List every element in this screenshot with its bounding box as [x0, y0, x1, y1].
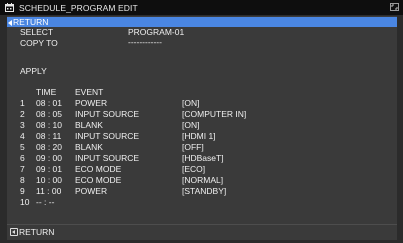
time-column-header: TIME — [36, 87, 57, 97]
row-value: [ON] — [182, 120, 200, 130]
schedule-window: SCHEDULE_PROGRAM EDIT RETURN SELECT PROG… — [0, 0, 403, 243]
schedule-row[interactable]: 3 08 : 10 BLANK [ON] — [7, 120, 397, 131]
row-number: 8 — [20, 175, 25, 185]
return-label: RETURN — [13, 17, 49, 27]
row-value: [ECO] — [182, 164, 206, 174]
row-time: 11 : 00 — [36, 186, 62, 196]
row-event: POWER — [75, 98, 108, 108]
row-event: BLANK — [75, 142, 103, 152]
row-event: ECO MODE — [75, 175, 122, 185]
window-title: SCHEDULE_PROGRAM EDIT — [19, 2, 138, 13]
title-bar: SCHEDULE_PROGRAM EDIT — [0, 0, 403, 15]
row-time: 08 : 11 — [36, 131, 62, 141]
schedule-row[interactable]: 7 09 : 01 ECO MODE [ECO] — [7, 164, 397, 175]
schedule-row[interactable]: 1 08 : 01 POWER [ON] — [7, 98, 397, 109]
row-time: 08 : 20 — [36, 142, 62, 152]
return-button-top[interactable]: RETURN — [7, 17, 397, 27]
maximize-icon — [391, 4, 398, 10]
footer-bar: RETURN — [7, 224, 397, 240]
schedule-row[interactable]: 6 09 : 00 INPUT SOURCE [HDBaseT] — [7, 153, 397, 164]
row-value: [NORMAL] — [182, 175, 224, 185]
row-time: 10 : 00 — [36, 175, 62, 185]
schedule-row[interactable]: 9 11 : 00 POWER [STANDBY] — [7, 186, 397, 197]
copy-to-label[interactable]: COPY TO — [20, 38, 58, 49]
footer-return-button[interactable]: RETURN — [19, 227, 54, 237]
row-time: -- : -- — [36, 197, 55, 207]
row-time: 09 : 00 — [36, 153, 62, 163]
row-number: 4 — [20, 131, 25, 141]
row-number: 10 — [20, 197, 30, 207]
apply-button[interactable]: APPLY — [20, 66, 47, 77]
calendar-icon — [5, 3, 14, 12]
row-number: 7 — [20, 164, 25, 174]
row-event: ECO MODE — [75, 164, 122, 174]
row-value: [HDMI 1] — [182, 131, 216, 141]
row-time: 08 : 10 — [36, 120, 62, 130]
row-value: [OFF] — [182, 142, 204, 152]
row-number: 3 — [20, 120, 25, 130]
schedule-row[interactable]: 8 10 : 00 ECO MODE [NORMAL] — [7, 175, 397, 186]
schedule-row[interactable]: 2 08 : 05 INPUT SOURCE [COMPUTER IN] — [7, 109, 397, 120]
event-column-header: EVENT — [75, 87, 104, 97]
row-number: 5 — [20, 142, 25, 152]
row-number: 1 — [20, 98, 25, 108]
row-time: 08 : 01 — [36, 98, 62, 108]
row-value: [COMPUTER IN] — [182, 109, 247, 119]
back-key-icon — [10, 228, 18, 236]
schedule-row[interactable]: 5 08 : 20 BLANK [OFF] — [7, 142, 397, 153]
row-value: [ON] — [182, 98, 200, 108]
schedule-row[interactable]: 4 08 : 11 INPUT SOURCE [HDMI 1] — [7, 131, 397, 142]
row-event: POWER — [75, 186, 108, 196]
row-event: INPUT SOURCE — [75, 109, 140, 119]
copy-to-value[interactable]: ------------ — [128, 37, 162, 48]
maximize-button[interactable] — [390, 3, 399, 11]
row-number: 2 — [20, 109, 25, 119]
row-number: 9 — [20, 186, 25, 196]
select-label[interactable]: SELECT — [20, 27, 53, 38]
row-event: BLANK — [75, 120, 103, 130]
row-time: 09 : 01 — [36, 164, 62, 174]
row-value: [STANDBY] — [182, 186, 227, 196]
row-value: [HDBaseT] — [182, 153, 224, 163]
back-arrow-icon — [8, 19, 12, 26]
row-time: 08 : 05 — [36, 109, 62, 119]
row-number: 6 — [20, 153, 25, 163]
schedule-row[interactable]: 10 -- : -- — [7, 197, 397, 208]
row-event: INPUT SOURCE — [75, 153, 140, 163]
row-event: INPUT SOURCE — [75, 131, 140, 141]
